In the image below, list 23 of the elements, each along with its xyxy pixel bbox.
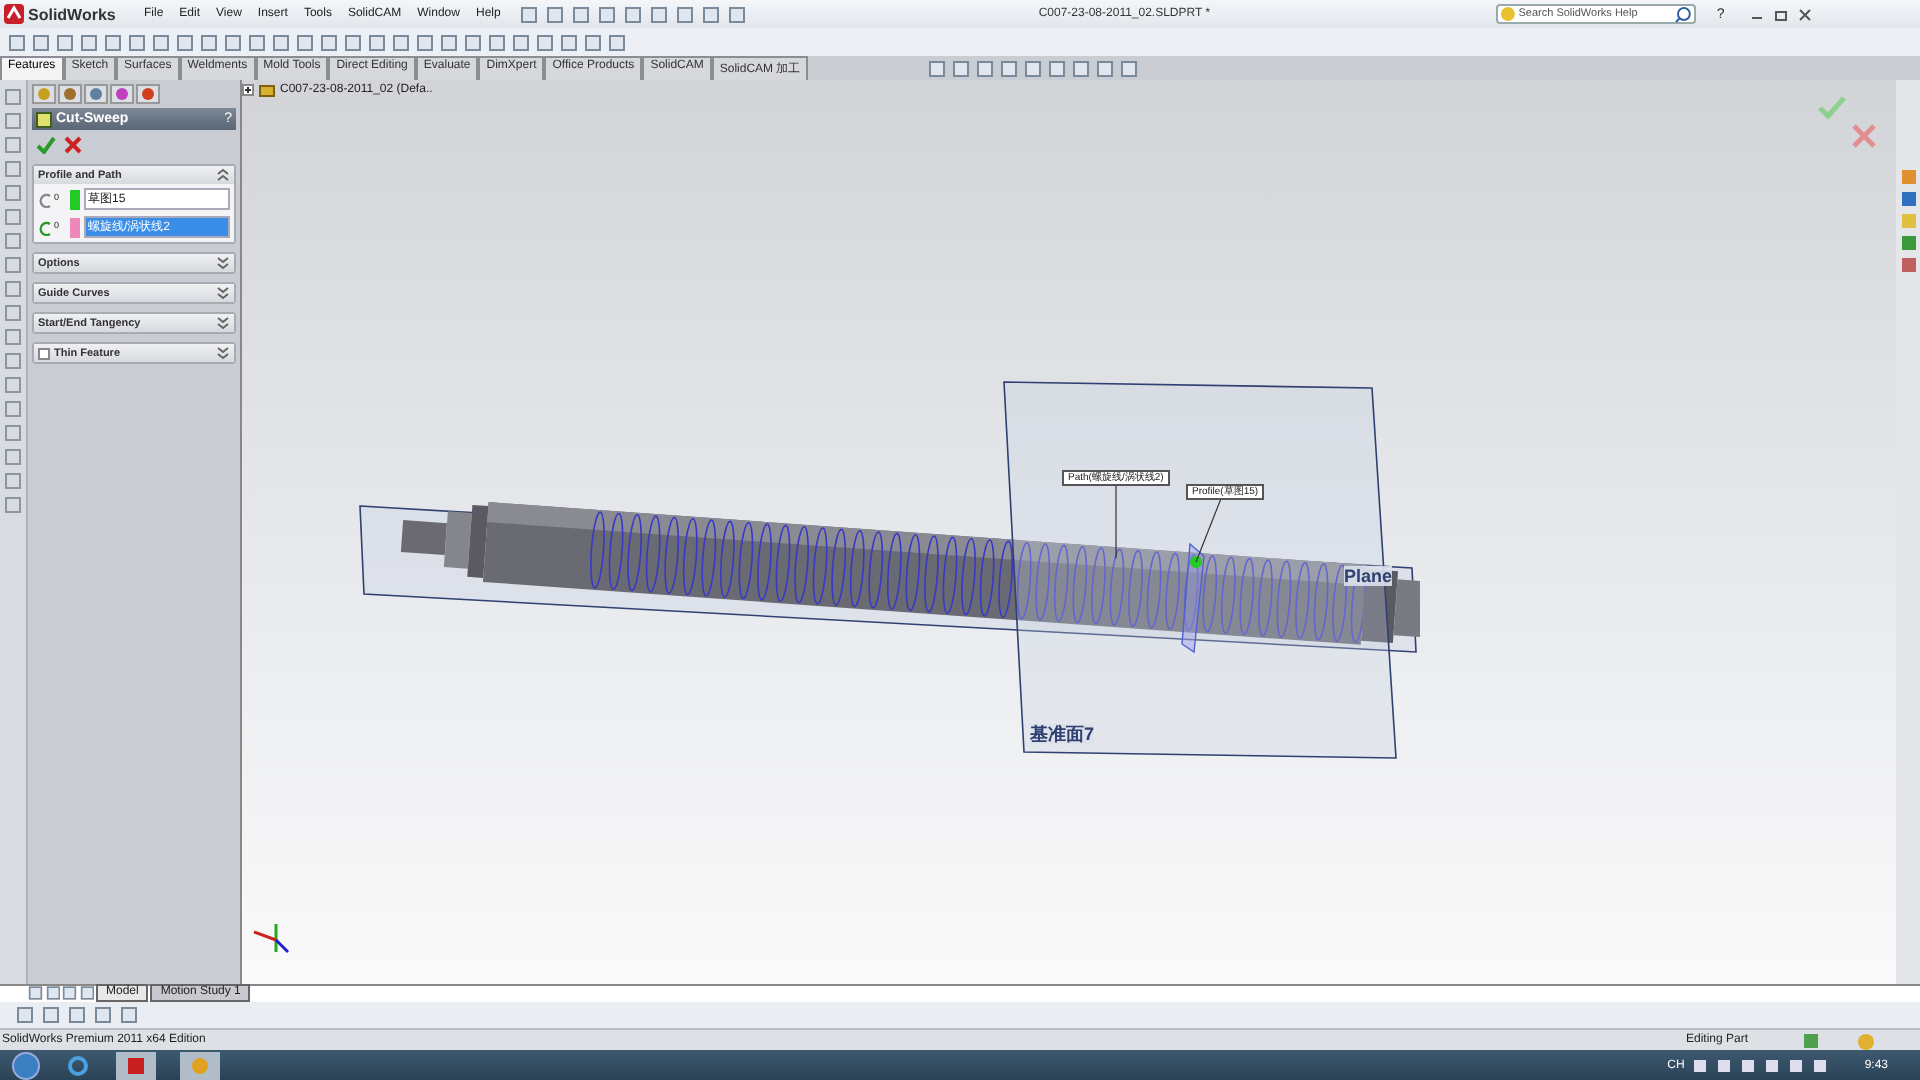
part-icon xyxy=(258,82,276,98)
checkbox[interactable] xyxy=(38,347,50,359)
expand-icon[interactable] xyxy=(242,84,254,96)
start-button-icon[interactable] xyxy=(12,1051,40,1079)
panel-tab[interactable] xyxy=(58,84,82,104)
plane-label: 基准面7 xyxy=(1030,724,1095,744)
close-icon[interactable] xyxy=(1796,5,1815,23)
panel-tab[interactable] xyxy=(84,84,108,104)
panel-tab[interactable] xyxy=(110,84,134,104)
search-icon[interactable] xyxy=(1674,5,1693,23)
close-icon[interactable] xyxy=(64,136,82,154)
logo-icon xyxy=(4,4,24,24)
panel-tab[interactable] xyxy=(136,84,160,104)
checkmark-icon[interactable] xyxy=(36,136,56,154)
panel-tab[interactable] xyxy=(32,84,56,104)
restore-icon[interactable] xyxy=(1772,5,1791,23)
logo-text: SolidWorks xyxy=(28,5,116,23)
plane-label: Plane xyxy=(1344,566,1393,586)
app-icon[interactable] xyxy=(116,1051,156,1079)
feature-icon xyxy=(36,111,52,127)
collapse-icon[interactable] xyxy=(216,168,230,182)
checkmark-icon[interactable] xyxy=(1818,96,1846,120)
app-icon[interactable] xyxy=(180,1051,220,1079)
